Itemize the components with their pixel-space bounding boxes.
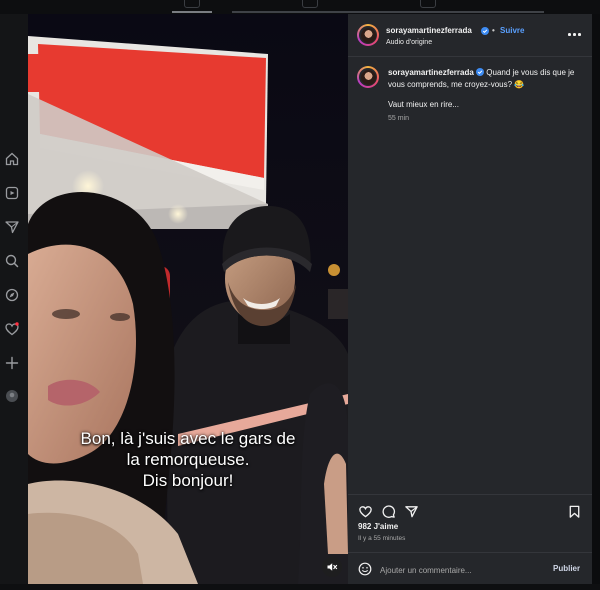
left-nav-rail	[0, 14, 28, 590]
save-bookmark-icon[interactable]	[567, 504, 582, 519]
likes-count[interactable]: 982 J'aime	[358, 522, 398, 531]
profile-avatar[interactable]	[4, 388, 20, 404]
messages-icon[interactable]	[4, 219, 20, 235]
author-avatar[interactable]	[357, 24, 379, 46]
create-icon[interactable]	[4, 355, 20, 371]
reels-tab-icon[interactable]	[302, 0, 318, 8]
more-options-icon[interactable]	[568, 32, 582, 38]
comment-input[interactable]	[380, 564, 530, 576]
mute-button[interactable]	[322, 557, 342, 577]
like-heart-icon[interactable]	[358, 504, 373, 519]
tab-divider	[232, 11, 544, 13]
reel-video[interactable]: Bon, là j'suis avec le gars de la remorq…	[28, 14, 348, 584]
caption-avatar[interactable]	[357, 66, 379, 88]
notifications-icon[interactable]	[4, 321, 20, 337]
header-separator: •	[492, 26, 495, 35]
audio-label[interactable]: Audio d'origine	[386, 39, 432, 46]
grid-tab-icon[interactable]	[184, 0, 200, 8]
caption-second-line: Vaut mieux en rire...	[388, 100, 459, 109]
reels-icon[interactable]	[4, 185, 20, 201]
top-tab-strip	[0, 0, 600, 14]
post-actions-bar	[348, 494, 592, 525]
caption-verified-badge-icon	[476, 68, 485, 76]
caption-timestamp[interactable]: 55 min	[388, 115, 409, 122]
right-edge	[592, 14, 600, 590]
publish-button[interactable]: Publier	[553, 564, 580, 573]
speaker-muted-icon	[327, 563, 338, 571]
comment-bar: Publier	[348, 552, 592, 585]
author-username[interactable]: sorayamartinezferrada	[386, 26, 472, 35]
post-time-ago[interactable]: Il y a 55 minutes	[358, 535, 405, 542]
active-tab-indicator	[172, 11, 212, 13]
share-icon[interactable]	[404, 504, 419, 519]
post-modal: Bon, là j'suis avec le gars de la remorq…	[28, 14, 592, 584]
explore-icon[interactable]	[4, 287, 20, 303]
search-icon[interactable]	[4, 253, 20, 269]
home-icon[interactable]	[4, 151, 20, 167]
post-header: sorayamartinezferrada • Suivre Audio d'o…	[348, 14, 592, 57]
tagged-tab-icon[interactable]	[420, 0, 436, 8]
video-subtitle: Bon, là j'suis avec le gars de la remorq…	[80, 429, 296, 490]
caption-username[interactable]: sorayamartinezferrada	[388, 68, 474, 77]
verified-badge-icon	[481, 26, 489, 35]
post-details-panel: sorayamartinezferrada • Suivre Audio d'o…	[348, 14, 592, 584]
emoji-icon[interactable]	[358, 562, 372, 576]
video-frame	[28, 14, 348, 584]
follow-button[interactable]: Suivre	[500, 26, 524, 35]
post-caption: sorayamartinezferrada Quand je vous dis …	[388, 67, 588, 91]
comment-icon[interactable]	[381, 504, 396, 519]
